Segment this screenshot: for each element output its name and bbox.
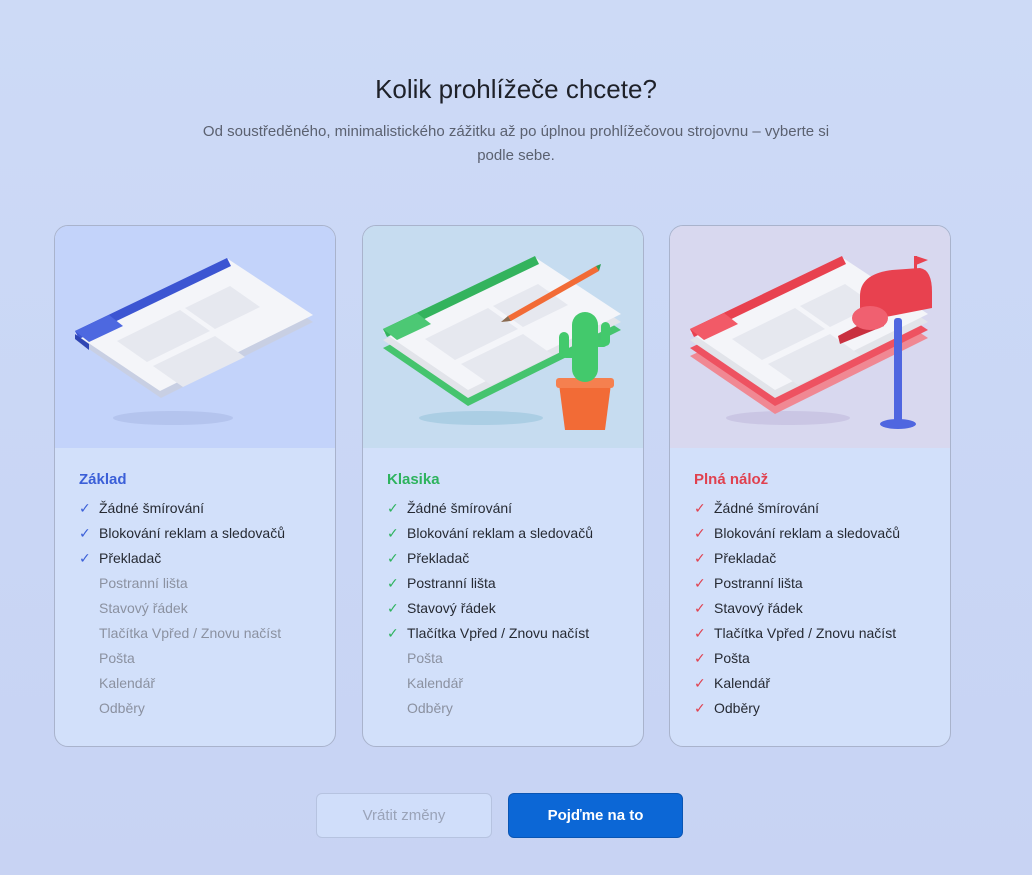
plan-name: Základ xyxy=(79,471,127,488)
feature-item: ✓ Postranní lišta xyxy=(387,575,496,591)
feature-list: ✓ Žádné šmírování ✓ Blokování reklam a sle… xyxy=(387,499,593,724)
feature-item: ✓ Blokování reklam a sledovačů xyxy=(694,525,900,541)
feature-item: Odběry xyxy=(99,700,145,716)
page-subtitle: Od soustředěného, minimalistického zážit… xyxy=(202,123,830,164)
feature-item: ✓ Tlačítka Vpřed / Znovu načíst xyxy=(387,625,590,641)
feature-item: ✓ Překladač xyxy=(387,550,470,566)
feature-item: Postranní lišta xyxy=(99,575,188,591)
feature-item: ✓ Žádné šmírování xyxy=(387,500,513,516)
check-icon: ✓ xyxy=(387,550,399,566)
check-icon: ✓ xyxy=(694,700,706,716)
plan-card-classic[interactable]: Klasika ✓ Žádné šmírování ✓ Blokování rekl… xyxy=(362,225,644,747)
plan-name: Klasika xyxy=(387,471,440,488)
check-icon: ✓ xyxy=(694,675,706,691)
feature-item: ✓ Překladač xyxy=(694,550,777,566)
check-icon: ✓ xyxy=(79,550,91,566)
feature-item: Pošta xyxy=(407,650,443,666)
check-icon: ✓ xyxy=(694,525,706,541)
feature-item: ✓ Postranní lišta xyxy=(694,575,803,591)
check-icon: ✓ xyxy=(694,500,706,516)
feature-item: ✓ Žádné šmírování xyxy=(694,500,820,516)
feature-item: ✓ Odběry xyxy=(694,700,760,716)
check-icon: ✓ xyxy=(387,625,399,641)
feature-item: Tlačítka Vpřed / Znovu načíst xyxy=(99,625,282,641)
check-icon: ✓ xyxy=(387,600,399,616)
feature-item: Kalendář xyxy=(407,675,464,691)
feature-list: ✓ Žádné šmírování ✓ Blokování reklam a sle… xyxy=(79,499,285,724)
feature-item: ✓ Blokování reklam a sledovačů xyxy=(79,525,285,541)
page-title: Kolik prohlížeče chcete? xyxy=(375,74,657,104)
check-icon: ✓ xyxy=(694,625,706,641)
feature-item: ✓ Stavový řádek xyxy=(387,600,496,616)
check-icon: ✓ xyxy=(387,575,399,591)
browser-window-green-illustration xyxy=(363,226,643,448)
feature-item: ✓ Stavový řádek xyxy=(694,600,803,616)
check-icon: ✓ xyxy=(694,550,706,566)
plan-card-full[interactable]: Plná nálož ✓ Žádné šmírování ✓ Blokování r… xyxy=(669,225,951,747)
check-icon: ✓ xyxy=(387,500,399,516)
plan-card-basic[interactable]: Základ ✓ Žádné šmírování ✓ Blokování rekla… xyxy=(54,225,336,747)
revert-button[interactable]: Vrátit změny xyxy=(316,793,492,838)
check-icon: ✓ xyxy=(79,500,91,516)
feature-list: ✓ Žádné šmírování ✓ Blokování reklam a sle… xyxy=(694,499,900,724)
feature-item: Pošta xyxy=(99,650,135,666)
feature-item: ✓ Žádné šmírování xyxy=(79,500,205,516)
check-icon: ✓ xyxy=(79,525,91,541)
feature-item: ✓ Blokování reklam a sledovačů xyxy=(387,525,593,541)
check-icon: ✓ xyxy=(387,525,399,541)
feature-item: Odběry xyxy=(407,700,453,716)
plan-name: Plná nálož xyxy=(694,471,769,488)
feature-item: Stavový řádek xyxy=(99,600,188,616)
feature-item: Kalendář xyxy=(99,675,156,691)
feature-item: ✓ Kalendář xyxy=(694,675,771,691)
check-icon: ✓ xyxy=(694,650,706,666)
check-icon: ✓ xyxy=(694,600,706,616)
feature-item: ✓ Pošta xyxy=(694,650,750,666)
browser-window-red-illustration xyxy=(670,226,950,448)
feature-item: ✓ Překladač xyxy=(79,550,162,566)
feature-item: ✓ Tlačítka Vpřed / Znovu načíst xyxy=(694,625,897,641)
confirm-button[interactable]: Pojďme na to xyxy=(508,793,683,838)
browser-window-blue-illustration xyxy=(55,226,335,448)
check-icon: ✓ xyxy=(694,575,706,591)
